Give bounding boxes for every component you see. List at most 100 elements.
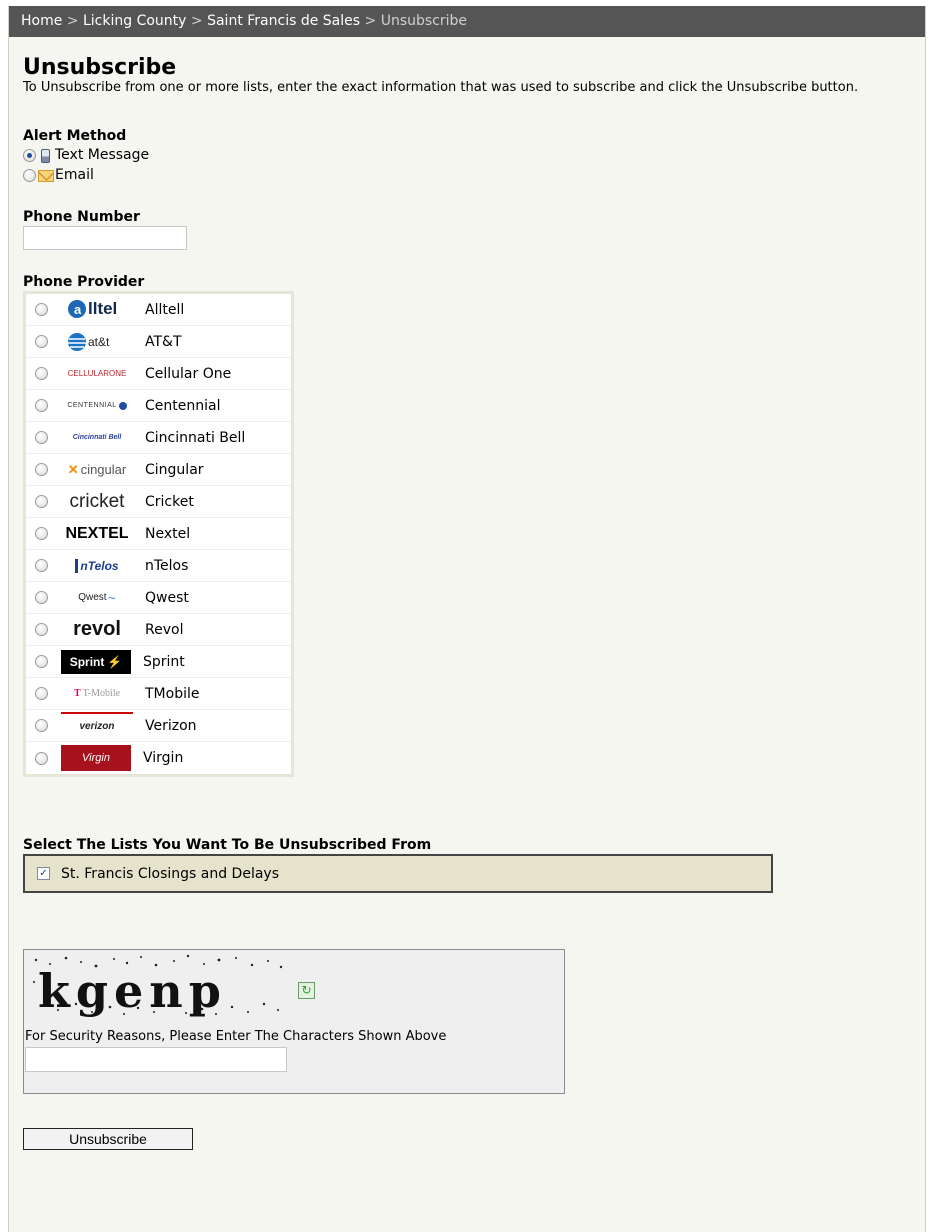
provider-name: Centennial	[145, 397, 221, 414]
cingular-x-icon: ✕	[67, 461, 79, 477]
sprint-logo: Sprint ⚡	[61, 649, 131, 674]
provider-name: Revol	[145, 621, 184, 638]
svg-text:at&t: at&t	[88, 335, 110, 349]
provider-row-ntelos[interactable]: nTelos nTelos	[26, 550, 291, 582]
provider-radio[interactable]	[35, 495, 48, 508]
nextel-logo: NEXTEL	[65, 524, 129, 542]
breadcrumb-current: Unsubscribe	[380, 13, 468, 29]
provider-name: Nextel	[145, 525, 191, 542]
list-checkbox[interactable]: ✓	[37, 867, 50, 880]
phone-number-label: Phone Number	[23, 209, 140, 225]
breadcrumb-home-link[interactable]: Home	[21, 13, 62, 29]
breadcrumb-separator: >	[364, 13, 377, 29]
list-item-label: St. Francis Closings and Delays	[61, 865, 279, 882]
provider-name: Alltell	[145, 301, 185, 318]
provider-row-qwest[interactable]: Qwest ~ Qwest	[26, 582, 291, 614]
text-message-radio[interactable]	[23, 149, 36, 162]
verizon-logo: verizon	[61, 711, 133, 740]
breadcrumb-school-link[interactable]: Saint Francis de Sales	[207, 13, 360, 29]
provider-row-nextel[interactable]: NEXTEL Nextel	[26, 518, 291, 550]
breadcrumb-county-link[interactable]: Licking County	[83, 13, 186, 29]
provider-name: nTelos	[145, 557, 189, 574]
provider-row-revol[interactable]: revol Revol	[26, 614, 291, 646]
provider-name: Verizon	[145, 717, 197, 734]
svg-text:a: a	[74, 302, 82, 317]
alert-method-email-option[interactable]: Email	[23, 164, 911, 187]
captcha-input[interactable]	[25, 1047, 287, 1072]
provider-radio[interactable]	[35, 431, 48, 444]
cingular-logo: ✕ cingular	[61, 456, 133, 484]
page-title: Unsubscribe	[23, 55, 177, 80]
provider-row-cingular[interactable]: ✕ cingular Cingular	[26, 454, 291, 486]
alltel-logo: a lltel	[61, 296, 133, 324]
page-frame: Home > Licking County > Saint Francis de…	[8, 6, 926, 1232]
provider-list: a lltel Alltell at&t AT&T CELLULARONE Ce…	[23, 291, 294, 777]
provider-radio[interactable]	[35, 687, 48, 700]
refresh-icon[interactable]: ↻	[298, 982, 315, 999]
phone-provider-label: Phone Provider	[23, 274, 145, 290]
phone-number-input[interactable]	[23, 226, 187, 250]
provider-name: Cingular	[145, 461, 204, 478]
provider-name: Sprint	[143, 653, 185, 670]
provider-row-sprint[interactable]: Sprint ⚡ Sprint	[26, 646, 291, 678]
centennial-logo: CENTENNIAL	[61, 392, 133, 420]
provider-name: Cricket	[145, 493, 194, 510]
provider-radio[interactable]	[35, 463, 48, 476]
provider-radio[interactable]	[35, 591, 48, 604]
provider-radio[interactable]	[35, 623, 48, 636]
captcha-box: kgenp ↻ For Security Reasons, Please Ent…	[23, 949, 565, 1094]
provider-name: Virgin	[143, 750, 184, 766]
tmobile-logo-text: T-Mobile	[82, 688, 121, 699]
provider-radio[interactable]	[35, 655, 48, 668]
breadcrumb: Home > Licking County > Saint Francis de…	[9, 6, 925, 37]
provider-radio[interactable]	[35, 751, 48, 765]
provider-radio[interactable]	[35, 719, 48, 732]
phone-icon	[41, 148, 50, 163]
provider-row-virgin[interactable]: Virgin Virgin	[26, 742, 291, 774]
cellularone-logo: CELLULARONE	[67, 369, 127, 378]
provider-radio[interactable]	[35, 559, 48, 572]
captcha-instruction: For Security Reasons, Please Enter The C…	[25, 1029, 447, 1044]
virgin-logo: Virgin	[61, 745, 131, 771]
centennial-logo-text: CENTENNIAL	[67, 402, 117, 409]
cincinnati-bell-logo: Cincinnati Bell	[72, 434, 122, 441]
provider-row-cricket[interactable]: cricket Cricket	[26, 486, 291, 518]
email-label: Email	[55, 167, 94, 183]
unsubscribe-button[interactable]: Unsubscribe	[23, 1128, 193, 1150]
cricket-logo: cricket	[69, 490, 125, 512]
qwest-logo: Qwest ~	[61, 584, 133, 612]
lists-box: ✓ St. Francis Closings and Delays	[23, 854, 773, 893]
provider-name: Cellular One	[145, 365, 232, 382]
att-logo: at&t	[61, 328, 133, 356]
revol-logo: revol	[73, 618, 121, 640]
captcha-image: kgenp	[26, 952, 294, 1018]
provider-radio[interactable]	[35, 399, 48, 412]
main-content: Unsubscribe To Unsubscribe from one or m…	[9, 37, 925, 1150]
captcha-word: kgenp	[38, 964, 227, 1018]
provider-name: Cincinnati Bell	[145, 429, 246, 446]
mail-icon	[38, 169, 54, 182]
provider-name: TMobile	[145, 685, 200, 702]
tmobile-t-icon: T	[73, 688, 81, 699]
centennial-mark-icon	[118, 401, 127, 410]
cingular-logo-text: cingular	[80, 462, 127, 477]
provider-name: Qwest	[145, 589, 189, 606]
page-intro: To Unsubscribe from one or more lists, e…	[23, 80, 859, 95]
qwest-swoosh-icon: ~	[107, 589, 116, 606]
provider-row-cincinnati-bell[interactable]: Cincinnati Bell Cincinnati Bell	[26, 422, 291, 454]
provider-radio[interactable]	[35, 367, 48, 380]
provider-row-cellular-one[interactable]: CELLULARONE Cellular One	[26, 358, 291, 390]
provider-row-alltell[interactable]: a lltel Alltell	[26, 294, 291, 326]
provider-radio[interactable]	[35, 527, 48, 540]
email-radio[interactable]	[23, 169, 36, 182]
provider-row-centennial[interactable]: CENTENNIAL Centennial	[26, 390, 291, 422]
provider-row-verizon[interactable]: verizon Verizon	[26, 710, 291, 742]
provider-row-att[interactable]: at&t AT&T	[26, 326, 291, 358]
provider-radio[interactable]	[35, 335, 48, 348]
qwest-logo-text: Qwest	[78, 592, 107, 603]
sprint-wing-icon: ⚡	[107, 654, 123, 669]
provider-radio[interactable]	[35, 303, 48, 316]
provider-row-tmobile[interactable]: T T-Mobile TMobile	[26, 678, 291, 710]
alltel-logo-mark: a lltel	[68, 299, 117, 318]
breadcrumb-separator: >	[190, 13, 203, 29]
